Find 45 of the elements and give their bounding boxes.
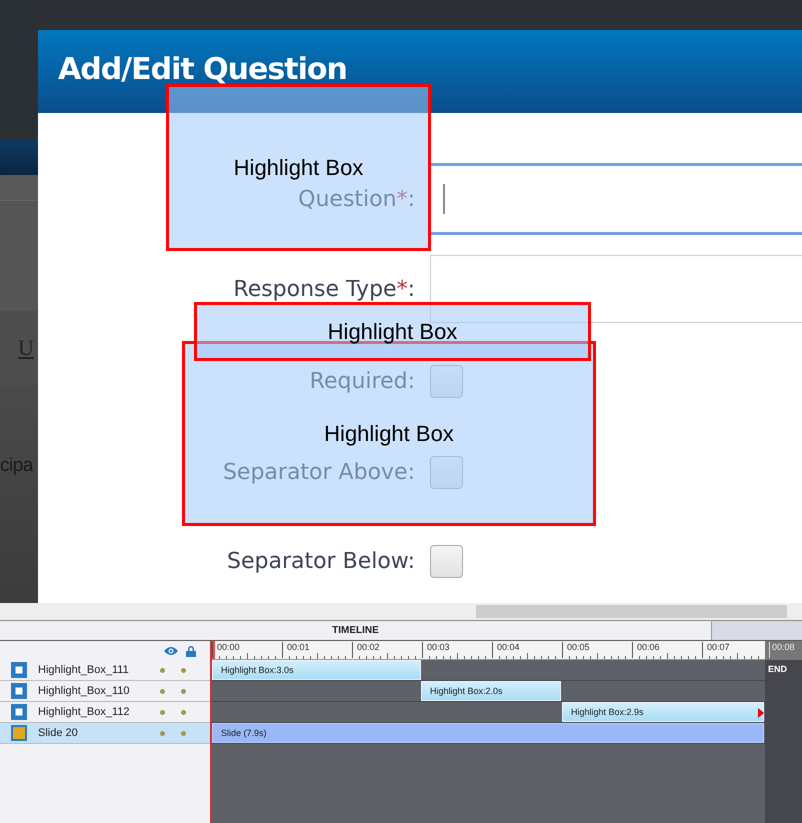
layer-name[interactable]: Highlight_Box_110	[38, 685, 160, 697]
highlight-caption: Highlight Box	[234, 154, 364, 180]
visibility-dot[interactable]	[160, 668, 165, 672]
highlight-caption: Highlight Box	[324, 420, 454, 446]
lock-dot[interactable]	[181, 730, 186, 736]
time-tick: 00:08	[769, 642, 795, 658]
lock-dot[interactable]	[181, 688, 186, 694]
bar-label: Highlight Box:3.0s	[221, 665, 294, 675]
field-label: Required:	[310, 369, 415, 394]
scrollbar[interactable]	[0, 603, 802, 620]
end-label: END	[767, 663, 788, 676]
visibility-dot[interactable]	[160, 710, 165, 714]
timeline-bar[interactable]: Highlight Box:3.0s	[212, 660, 421, 680]
text-field[interactable]	[430, 163, 802, 235]
visibility-dot[interactable]	[160, 730, 165, 736]
playhead[interactable]	[212, 641, 215, 659]
field-label: Question*:	[298, 186, 415, 212]
field-label: Separator Below:	[227, 549, 415, 574]
square-icon	[11, 704, 27, 720]
slide-icon	[11, 725, 27, 741]
field-label: Response Type*:	[233, 276, 415, 302]
checkbox[interactable]	[430, 456, 463, 489]
square-icon	[11, 683, 27, 699]
highlight-box[interactable]: Highlight Box	[194, 302, 591, 361]
bar-label: Highlight Box:2.9s	[571, 707, 644, 717]
field-label: Separator Above:	[222, 460, 415, 485]
layer-name[interactable]: Highlight_Box_112	[38, 706, 160, 718]
slide-bar[interactable]: Slide (7.9s)	[212, 723, 764, 743]
timeline-bar[interactable]: Highlight Box:2.0s	[421, 681, 561, 701]
bar-label: Slide (7.9s)	[221, 728, 267, 738]
text-field[interactable]	[430, 255, 802, 323]
lock-dot[interactable]	[181, 710, 186, 714]
timeline-bar[interactable]: Highlight Box:2.9s	[562, 702, 764, 722]
dialog-title: Add/Edit Question	[58, 52, 347, 87]
checkbox[interactable]	[430, 545, 463, 578]
layer-name[interactable]: Highlight_Box_111	[38, 664, 160, 676]
visibility-dot[interactable]	[160, 688, 165, 694]
scrollbar-thumb[interactable]	[476, 605, 787, 618]
time-ruler[interactable]: 00:00 00:01 00:02 00:03 00:04 00:05 00:06 00:07	[212, 641, 765, 660]
lock-icon[interactable]	[186, 644, 196, 656]
eye-icon[interactable]	[164, 646, 178, 656]
checkbox[interactable]	[430, 365, 463, 398]
square-icon	[11, 662, 27, 678]
lock-dot[interactable]	[181, 668, 186, 672]
bar-label: Highlight Box:2.0s	[430, 686, 503, 696]
